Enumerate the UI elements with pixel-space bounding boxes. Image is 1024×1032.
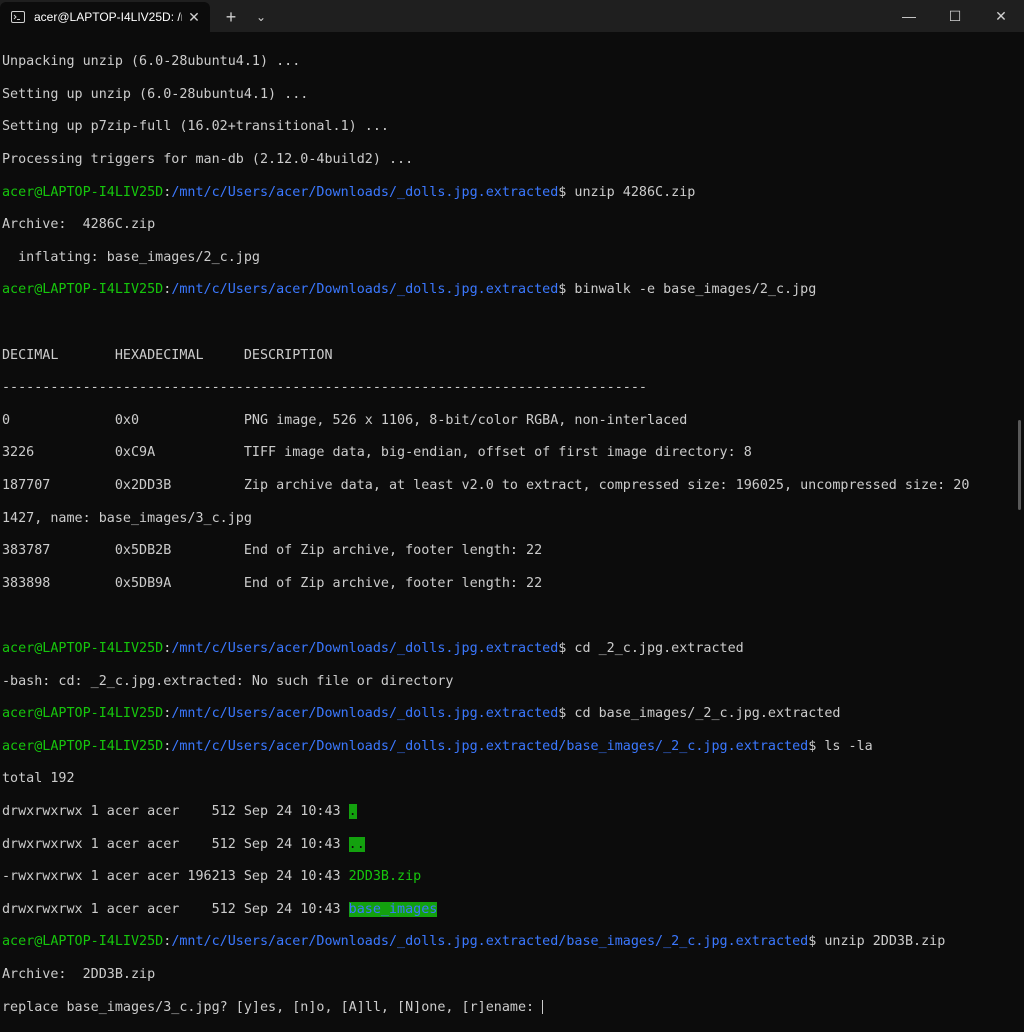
- prompt-line: acer@LAPTOP-I4LIV25D:/mnt/c/Users/acer/D…: [2, 738, 873, 754]
- input-line[interactable]: replace base_images/3_c.jpg? [y]es, [n]o…: [2, 999, 1012, 1016]
- prompt-line: acer@LAPTOP-I4LIV25D:/mnt/c/Users/acer/D…: [2, 282, 817, 298]
- window-controls: — ☐ ✕: [886, 0, 1024, 32]
- terminal-icon: [10, 9, 26, 25]
- error-line: -bash: cd: _2_c.jpg.extracted: No such f…: [2, 673, 454, 689]
- output-line: Setting up unzip (6.0-28ubuntu4.1) ...: [2, 86, 309, 102]
- command-text: $ cd _2_c.jpg.extracted: [558, 640, 744, 656]
- new-tab-button[interactable]: +: [216, 2, 246, 32]
- prompt-user: acer@LAPTOP-I4LIV25D: [2, 282, 164, 298]
- title-bar: acer@LAPTOP-I4LIV25D: /mnt ✕ + ⌄ — ☐ ✕: [0, 0, 1024, 32]
- dir-name: .: [348, 803, 357, 819]
- prompt-user: acer@LAPTOP-I4LIV25D: [2, 640, 164, 656]
- prompt-line: acer@LAPTOP-I4LIV25D:/mnt/c/Users/acer/D…: [2, 706, 841, 722]
- prompt-user: acer@LAPTOP-I4LIV25D: [2, 934, 164, 950]
- table-row: 383898 0x5DB9A End of Zip archive, foote…: [2, 575, 543, 591]
- chevron-down-icon[interactable]: ⌄: [246, 2, 276, 32]
- output-line: inflating: base_images/2_c.jpg: [2, 249, 260, 265]
- list-item: drwxrwxrwx 1 acer acer 512 Sep 24 10:43 …: [2, 803, 1012, 820]
- prompt-path: /mnt/c/Users/acer/Downloads/_dolls.jpg.e…: [171, 706, 559, 722]
- prompt-user: acer@LAPTOP-I4LIV25D: [2, 184, 164, 200]
- scrollbar[interactable]: [1018, 420, 1021, 510]
- prompt-path: /mnt/c/Users/acer/Downloads/_dolls.jpg.e…: [171, 184, 559, 200]
- command-text: $ unzip 2DD3B.zip: [808, 934, 946, 950]
- file-info: -rwxrwxrwx 1 acer acer 196213 Sep 24 10:…: [2, 869, 349, 885]
- output-line: Unpacking unzip (6.0-28ubuntu4.1) ...: [2, 54, 301, 70]
- list-item: -rwxrwxrwx 1 acer acer 196213 Sep 24 10:…: [2, 869, 1012, 885]
- output-line: Processing triggers for man-db (2.12.0-4…: [2, 152, 414, 168]
- output-line: Setting up p7zip-full (16.02+transitiona…: [2, 119, 389, 135]
- command-text: $ ls -la: [808, 738, 873, 754]
- command-text: $ unzip 4286C.zip: [558, 184, 696, 200]
- file-info: drwxrwxrwx 1 acer acer 512 Sep 24 10:43: [2, 901, 349, 917]
- dir-name: ..: [348, 836, 365, 852]
- table-row: 383787 0x5DB2B End of Zip archive, foote…: [2, 543, 543, 559]
- table-header: DECIMAL HEXADECIMAL DESCRIPTION: [2, 347, 333, 363]
- list-item: drwxrwxrwx 1 acer acer 512 Sep 24 10:43 …: [2, 836, 1012, 853]
- minimize-button[interactable]: —: [886, 0, 932, 32]
- file-name: 2DD3B.zip: [348, 869, 422, 885]
- list-item: drwxrwxrwx 1 acer acer 512 Sep 24 10:43 …: [2, 901, 1012, 918]
- prompt-line: acer@LAPTOP-I4LIV25D:/mnt/c/Users/acer/D…: [2, 640, 744, 656]
- terminal-output[interactable]: Unpacking unzip (6.0-28ubuntu4.1) ... Se…: [2, 38, 1012, 1014]
- file-info: drwxrwxrwx 1 acer acer 512 Sep 24 10:43: [2, 836, 349, 852]
- maximize-button[interactable]: ☐: [932, 0, 978, 32]
- text-cursor: [542, 999, 544, 1014]
- table-row-wrap: 1427, name: base_images/3_c.jpg: [2, 510, 252, 526]
- file-info: drwxrwxrwx 1 acer acer 512 Sep 24 10:43: [2, 803, 349, 819]
- output-line: Archive: 2DD3B.zip: [2, 966, 156, 982]
- prompt-path: /mnt/c/Users/acer/Downloads/_dolls.jpg.e…: [171, 738, 809, 754]
- dir-name: base_images: [348, 901, 438, 917]
- table-row: 3226 0xC9A TIFF image data, big-endian, …: [2, 445, 752, 461]
- tab-title: acer@LAPTOP-I4LIV25D: /mnt: [34, 10, 182, 24]
- output-line: total 192: [2, 771, 75, 787]
- close-tab-icon[interactable]: ✕: [182, 5, 206, 29]
- prompt-path: /mnt/c/Users/acer/Downloads/_dolls.jpg.e…: [171, 282, 559, 298]
- table-row: 187707 0x2DD3B Zip archive data, at leas…: [2, 478, 970, 494]
- close-window-button[interactable]: ✕: [978, 0, 1024, 32]
- output-line: Archive: 4286C.zip: [2, 217, 156, 233]
- prompt-line: acer@LAPTOP-I4LIV25D:/mnt/c/Users/acer/D…: [2, 934, 946, 950]
- command-text: $ binwalk -e base_images/2_c.jpg: [558, 282, 817, 298]
- table-separator: ----------------------------------------…: [2, 380, 647, 396]
- command-text: $ cd base_images/_2_c.jpg.extracted: [558, 706, 841, 722]
- prompt-user: acer@LAPTOP-I4LIV25D: [2, 706, 164, 722]
- prompt-line: acer@LAPTOP-I4LIV25D:/mnt/c/Users/acer/D…: [2, 184, 696, 200]
- terminal-tab[interactable]: acer@LAPTOP-I4LIV25D: /mnt ✕: [0, 2, 210, 32]
- prompt-path: /mnt/c/Users/acer/Downloads/_dolls.jpg.e…: [171, 934, 809, 950]
- table-row: 0 0x0 PNG image, 526 x 1106, 8-bit/color…: [2, 412, 688, 428]
- prompt-path: /mnt/c/Users/acer/Downloads/_dolls.jpg.e…: [171, 640, 559, 656]
- prompt-user: acer@LAPTOP-I4LIV25D: [2, 738, 164, 754]
- replace-prompt: replace base_images/3_c.jpg? [y]es, [n]o…: [2, 999, 543, 1015]
